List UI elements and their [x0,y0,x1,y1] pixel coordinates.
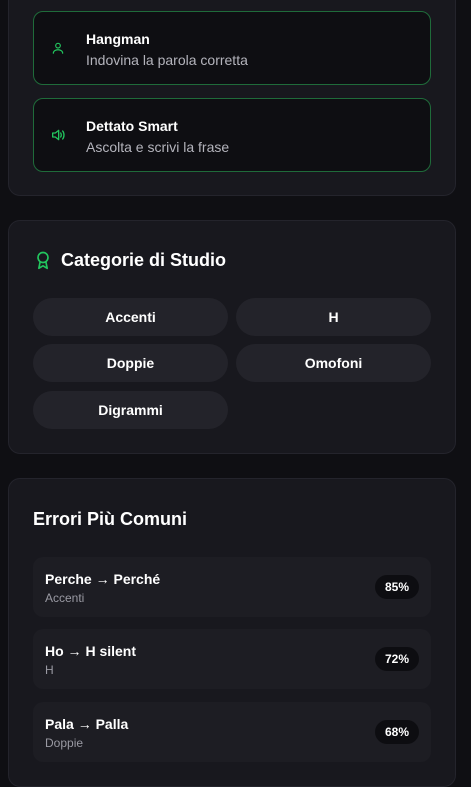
error-title: Ho → H silent [45,643,137,659]
error-category: H [45,663,54,677]
page: Hangman Indovina la parola corretta Dett… [0,0,471,787]
categories-title: Categorie di Studio [61,249,227,270]
games-card: Hangman Indovina la parola corretta Dett… [8,0,456,196]
errors-title: Errori Più Comuni [33,509,188,529]
error-row: Ho → H silent H 72% [33,629,431,689]
game-description: Ascolta e scrivi la frase [86,139,230,155]
award-icon [33,249,55,271]
category-chip-digrammi[interactable]: Digrammi [33,391,228,429]
game-description: Indovina la parola corretta [86,52,248,68]
errors-card: Errori Più Comuni Perche → Perché Accent… [8,478,456,787]
error-row: Perche → Perché Accenti 85% [33,557,431,617]
game-hangman-button[interactable]: Hangman Indovina la parola corretta [33,11,431,85]
error-percent-badge: 72% [375,647,419,671]
game-title: Hangman [86,31,150,47]
game-dettato-button[interactable]: Dettato Smart Ascolta e scrivi la frase [33,98,431,172]
category-chip-doppie[interactable]: Doppie [33,344,228,382]
category-chip-omofoni[interactable]: Omofoni [236,344,431,382]
categories-heading: Categorie di Studio [33,249,226,271]
category-chip-accenti[interactable]: Accenti [33,298,228,336]
error-category: Accenti [45,591,85,605]
speaker-icon [50,127,66,143]
game-title: Dettato Smart [86,118,178,134]
category-chip-h[interactable]: H [236,298,431,336]
error-percent-badge: 85% [375,575,419,599]
categories-card: Categorie di Studio Accenti H Doppie Omo… [8,220,456,454]
user-icon [50,40,66,56]
error-percent-badge: 68% [375,720,419,744]
error-title: Perche → Perché [45,571,161,587]
error-category: Doppie [45,736,84,750]
error-title: Pala → Palla [45,716,129,732]
error-row: Pala → Palla Doppie 68% [33,702,431,762]
